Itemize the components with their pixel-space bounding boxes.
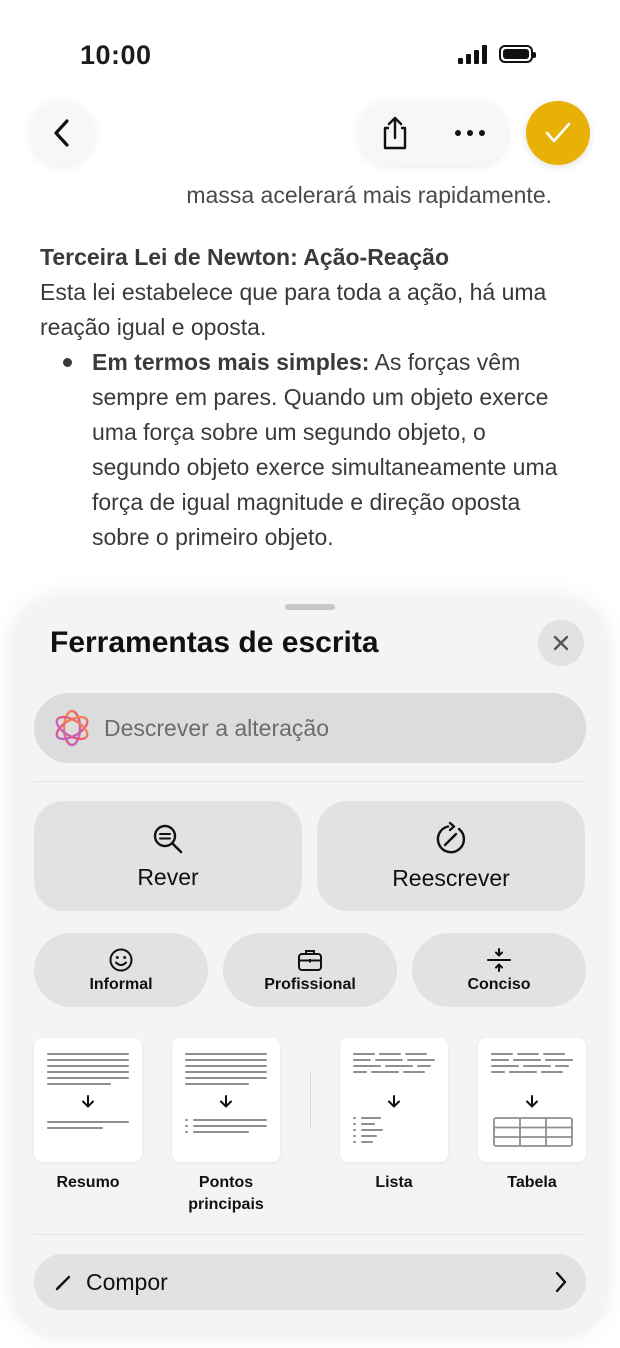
key-points-doc-icon: [172, 1038, 280, 1162]
note-previous-line: massa acelerará mais rapidamente.: [186, 182, 552, 208]
magnifier-review-icon: [153, 824, 183, 853]
apple-intelligence-icon: [55, 709, 89, 747]
format-table-button[interactable]: Tabela: [478, 1038, 586, 1194]
close-icon: [553, 635, 569, 651]
tone-informal-label: Informal: [89, 975, 153, 993]
table-doc-icon: [478, 1038, 586, 1162]
note-heading: Terceira Lei de Newton: Ação-Reação: [40, 244, 450, 270]
bullet-bold-text: Em termos mais simples:: [92, 349, 370, 375]
tone-concise-button[interactable]: Conciso: [412, 933, 586, 1007]
format-summary-label: Resumo: [56, 1174, 120, 1191]
describe-change-input[interactable]: Descrever a alteração: [34, 693, 586, 763]
more-button[interactable]: [454, 129, 486, 137]
format-summary-button[interactable]: Resumo: [34, 1038, 142, 1194]
list-doc-icon: [340, 1038, 448, 1162]
rewrite-icon: [436, 821, 466, 853]
tone-professional-label: Profissional: [264, 975, 356, 993]
sheet-grabber[interactable]: [285, 604, 335, 610]
review-label: Rever: [137, 863, 199, 890]
divider: [34, 1234, 586, 1235]
tone-concise-label: Conciso: [467, 975, 531, 993]
done-button[interactable]: [526, 101, 590, 165]
divider: [34, 781, 586, 782]
status-indicators: [458, 44, 536, 64]
ellipsis-icon: [455, 130, 485, 136]
note-actions: [358, 101, 508, 165]
bullet-text: As forças vêm sempre em pares. Quando um…: [92, 349, 558, 550]
battery-icon: [499, 45, 536, 63]
note-body[interactable]: massa acelerará mais rapidamente. Tercei…: [40, 178, 560, 608]
pencil-icon: [55, 1275, 71, 1291]
tone-professional-button[interactable]: Profissional: [223, 933, 397, 1007]
summary-doc-icon: [34, 1038, 142, 1162]
format-list-button[interactable]: Lista: [340, 1038, 448, 1194]
status-time: 10:00: [80, 40, 152, 70]
describe-change-placeholder: Descrever a alteração: [104, 714, 329, 741]
format-key-points-button[interactable]: Pontos principais: [172, 1038, 280, 1216]
briefcase-icon: [298, 949, 322, 971]
format-separator: [310, 1073, 311, 1129]
share-button[interactable]: [380, 115, 410, 151]
compose-button[interactable]: Compor: [34, 1254, 586, 1310]
format-key-points-label: Pontos principais: [188, 1174, 264, 1213]
format-table-label: Tabela: [507, 1174, 557, 1191]
compose-label: Compor: [86, 1268, 168, 1295]
close-button[interactable]: [538, 620, 584, 666]
condense-icon: [487, 947, 511, 972]
format-list-label: Lista: [375, 1174, 413, 1191]
writing-tools-sheet: Ferramentas de escrita Descrever a alter…: [12, 598, 608, 1338]
cellular-signal-icon: [458, 44, 487, 64]
note-paragraph: Esta lei estabelece que para toda a ação…: [40, 279, 547, 340]
chevron-left-icon: [54, 119, 69, 147]
smiley-icon: [109, 948, 133, 971]
share-icon: [383, 116, 407, 150]
rewrite-button[interactable]: Reescrever: [317, 801, 585, 911]
note-bullet-list: Em termos mais simples: As forças vêm se…: [40, 345, 560, 555]
sheet-title: Ferramentas de escrita: [50, 626, 379, 659]
list-item: Em termos mais simples: As forças vêm se…: [63, 345, 560, 555]
review-button[interactable]: Rever: [34, 801, 302, 911]
tone-informal-button[interactable]: Informal: [34, 933, 208, 1007]
rewrite-label: Reescrever: [392, 864, 510, 891]
back-button[interactable]: [30, 101, 94, 165]
checkmark-icon: [545, 122, 571, 143]
chevron-right-icon: [555, 1271, 567, 1293]
